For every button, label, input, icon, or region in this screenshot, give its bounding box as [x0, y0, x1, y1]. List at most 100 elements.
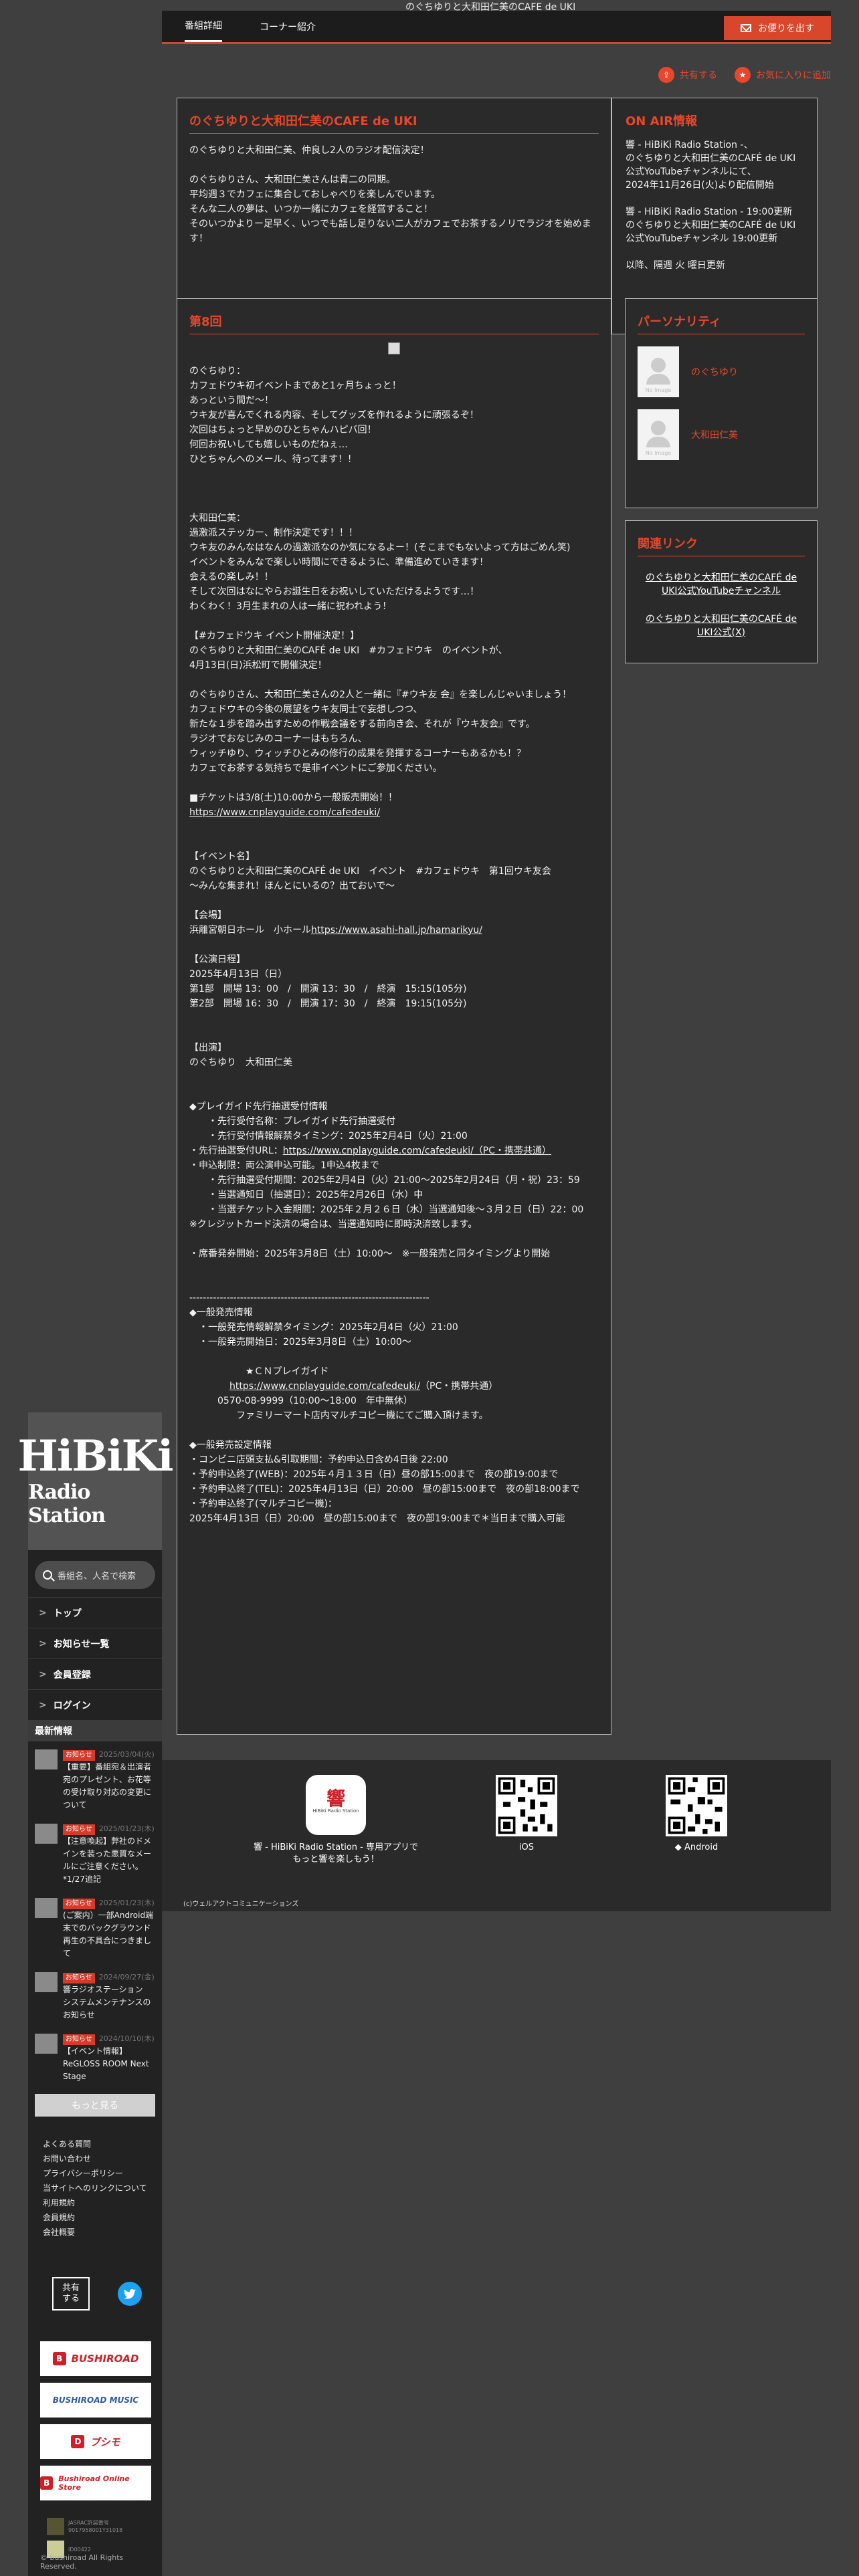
episode-text-3: 【公演日程】 2025年4月13日（日） 第1部 開場 13：00 / 開演 1…	[189, 954, 468, 1142]
personality-panel: パーソナリティ No Image のぐちゆり No Image 大和田仁美	[625, 298, 818, 508]
news-item[interactable]: お知らせ 2025/03/04(火) 【重要】番組宛＆出演者宛のプレゼント、お花等の…	[35, 1748, 155, 1812]
sidebar-item-top[interactable]: > トップ	[28, 1597, 162, 1628]
banner-label: BUSHIROAD MUSIC	[52, 2395, 139, 2405]
star-icon: ★	[735, 67, 751, 83]
ios-text: iOS	[518, 1842, 535, 1852]
sidebar-item-label: トップ	[53, 1608, 82, 1619]
android-label: ◆ Android	[646, 1842, 747, 1854]
program-actions: ⇪ 共有する ★ お気に入りに追加	[641, 67, 831, 83]
favorite-label: お気に入りに追加	[756, 70, 831, 81]
news-text: 【重要】番組宛＆出演者宛のプレゼント、お花等の受け取り対応の変更について	[63, 1762, 152, 1810]
news-badge: お知らせ	[63, 1750, 95, 1761]
episode-text-4: ・申込制限：両公演申込可能。1申込4枚まで ・先行抽選受付期間：2025年2月4…	[189, 1160, 584, 1377]
bushimo-banner[interactable]: D ブシモ	[40, 2424, 151, 2459]
news-date: 2024/10/10(木)	[98, 2034, 155, 2043]
site-logo[interactable]: HiBiKi Radio Station	[17, 1412, 174, 1550]
episode-text-1: のぐちゆり： カフェドウキ初イベントまであと1ヶ月ちょっと！ あっという間だ〜！…	[189, 366, 572, 803]
news-badge: お知らせ	[63, 2034, 95, 2045]
chevron-right-icon: >	[39, 1699, 47, 1711]
app-icon-sub: HiBiKi Radio Station	[312, 1808, 359, 1814]
nextone-text: ID00422	[68, 2546, 91, 2553]
favorite-button[interactable]: ★ お気に入りに追加	[735, 67, 831, 83]
top-navigation: 番組詳細 コーナー紹介 お便りを出す	[162, 11, 831, 44]
news-text: 【注意喚起】弊社のドメインを装った悪質なメールにご注意ください。*1/27追記	[63, 1836, 152, 1884]
footer-link-company[interactable]: 会社概要	[43, 2225, 162, 2240]
news-thumbnail	[35, 2034, 58, 2054]
cn-link[interactable]: https://www.cnplayguide.com/cafedeuki/	[229, 1381, 420, 1392]
android-icon: ◆	[674, 1842, 682, 1852]
app-icon: 響 HiBiKi Radio Station	[306, 1775, 366, 1835]
logo-main-text: HiBiKi	[17, 1431, 173, 1481]
presale-link[interactable]: https://www.cnplayguide.com/cafedeuki/（P…	[283, 1146, 551, 1156]
bushiroad-logo-icon: B	[52, 2352, 66, 2365]
bushiroad-banner[interactable]: B BUSHIROAD	[40, 2341, 151, 2376]
app-promo[interactable]: 響 HiBiKi Radio Station 響 - HiBiKi Radio S…	[235, 1775, 436, 1866]
avatar: No Image	[638, 346, 679, 397]
chevron-right-icon: >	[39, 1638, 47, 1649]
personality-item[interactable]: No Image 大和田仁美	[638, 409, 805, 460]
episode-panel: 第8回 のぐちゆり： カフェドウキ初イベントまであと1ヶ月ちょっと！ あっという…	[177, 298, 611, 1735]
sidebar-share-button[interactable]: 共有 する	[52, 2277, 90, 2311]
ticket-link[interactable]: https://www.cnplayguide.com/cafedeuki/	[189, 805, 599, 820]
personality-name[interactable]: 大和田仁美	[691, 428, 738, 441]
news-heading: 最新情報	[28, 1720, 162, 1741]
news-item[interactable]: お知らせ 2024/09/27(金) 響ラジオステーション システムメンテナンスのお…	[35, 1971, 155, 2022]
share-button[interactable]: ⇪ 共有する	[658, 67, 717, 83]
tab-corner-intro[interactable]: コーナー紹介	[260, 11, 316, 42]
program-description: のぐちゆりと大和田仁美、仲良し2人のラジオ配信決定！ のぐちゆりさん、大和田仁美…	[189, 145, 591, 244]
online-store-banner[interactable]: B Bushiroad Online Store	[40, 2466, 151, 2500]
news-thumbnail	[35, 1898, 58, 1918]
news-date: 2025/01/23(木)	[98, 1824, 155, 1833]
app-download-band: 響 HiBiKi Radio Station 響 - HiBiKi Radio S…	[162, 1760, 831, 1911]
program-title: のぐちゆりと大和田仁美のCAFE de UKI	[189, 112, 599, 134]
news-text: (ご案内）一部Android端末でのバックグラウンド再生の不具合につきまして	[63, 1911, 154, 1958]
venue-line: 浜離宮朝日ホール 小ホールhttps://www.asahi-hall.jp/h…	[189, 923, 599, 938]
android-download[interactable]: ◆ Android	[646, 1775, 747, 1854]
related-links-title: 関連リンク	[638, 534, 805, 556]
sidebar-item-label: ログイン	[53, 1700, 91, 1711]
news-item[interactable]: お知らせ 2025/01/23(木) 【注意喚起】弊社のドメインを装った悪質なメール…	[35, 1822, 155, 1886]
bushiroad-music-banner[interactable]: BUSHIROAD MUSIC	[40, 2383, 151, 2418]
copyright: © bushiroad All Rights Reserved.	[40, 2553, 124, 2571]
personality-name[interactable]: のぐちゆり	[691, 365, 738, 379]
news-item[interactable]: お知らせ 2024/10/10(木) 【イベント情報】ReGLOSS ROOM Ne…	[35, 2032, 155, 2083]
related-links-panel: 関連リンク のぐちゆりと大和田仁美のCAFÉ de UKI公式YouTubeチャ…	[625, 520, 818, 663]
jasrac-mark-icon	[47, 2518, 64, 2535]
ios-qr-code	[496, 1775, 557, 1836]
send-mail-label: お便りを出す	[758, 23, 814, 34]
cn-link-suffix: （PC・携帯共通）	[420, 1381, 498, 1392]
news-text: 【イベント情報】ReGLOSS ROOM Next Stage	[63, 2046, 149, 2081]
venue-link[interactable]: https://www.asahi-hall.jp/hamarikyu/	[311, 925, 482, 936]
share-icon: ⇪	[658, 67, 674, 83]
envelope-icon	[741, 24, 751, 32]
personality-title: パーソナリティ	[638, 312, 805, 334]
footer-link-privacy[interactable]: プライバシーポリシー	[43, 2166, 162, 2181]
send-mail-button[interactable]: お便りを出す	[724, 16, 831, 40]
sidebar-item-register[interactable]: > 会員登録	[28, 1658, 162, 1689]
footer-link-contact[interactable]: お問い合わせ	[43, 2151, 162, 2166]
footer-link-linking[interactable]: 当サイトへのリンクについて	[43, 2181, 162, 2195]
jasrac-license: JASRAC許諾番号 9017958001Y31018	[47, 2518, 162, 2535]
news-thumbnail	[35, 1972, 58, 1992]
news-date: 2025/03/04(火)	[98, 1750, 155, 1759]
search-placeholder: 番組名、人名で検索	[58, 1571, 136, 1582]
onair-title: ON AIR情報	[626, 114, 698, 128]
sidebar-item-login[interactable]: > ログイン	[28, 1689, 162, 1720]
ios-download[interactable]: iOS	[476, 1775, 577, 1854]
x-account-link[interactable]: のぐちゆりと大和田仁美のCAFÉ de UKI公式(X)	[638, 613, 805, 639]
episode-title: 第8回	[189, 312, 599, 334]
footer-link-terms[interactable]: 利用規約	[43, 2195, 162, 2210]
personality-item[interactable]: No Image のぐちゆり	[638, 346, 805, 397]
footer-link-member-terms[interactable]: 会員規約	[43, 2210, 162, 2225]
footer-link-faq[interactable]: よくある質問	[43, 2137, 162, 2151]
twitter-icon[interactable]	[118, 2282, 142, 2306]
search-input[interactable]: 番組名、人名で検索	[35, 1561, 155, 1589]
tab-program-details[interactable]: 番組詳細	[185, 11, 222, 42]
sidebar-item-news-list[interactable]: > お知らせ一覧	[28, 1628, 162, 1658]
more-news-button[interactable]: もっと見る	[35, 2094, 155, 2117]
sidebar: HiBiKi Radio Station 番組名、人名で検索 > トップ > お知ら…	[17, 1412, 174, 2576]
store-logo-icon: B	[40, 2476, 54, 2490]
news-item[interactable]: お知らせ 2025/01/23(木) (ご案内）一部Android端末でのバックグラ…	[35, 1897, 155, 1960]
youtube-channel-link[interactable]: のぐちゆりと大和田仁美のCAFÉ de UKI公式YouTubeチャンネル	[638, 571, 805, 598]
news-date: 2024/09/27(金)	[98, 1973, 155, 1981]
